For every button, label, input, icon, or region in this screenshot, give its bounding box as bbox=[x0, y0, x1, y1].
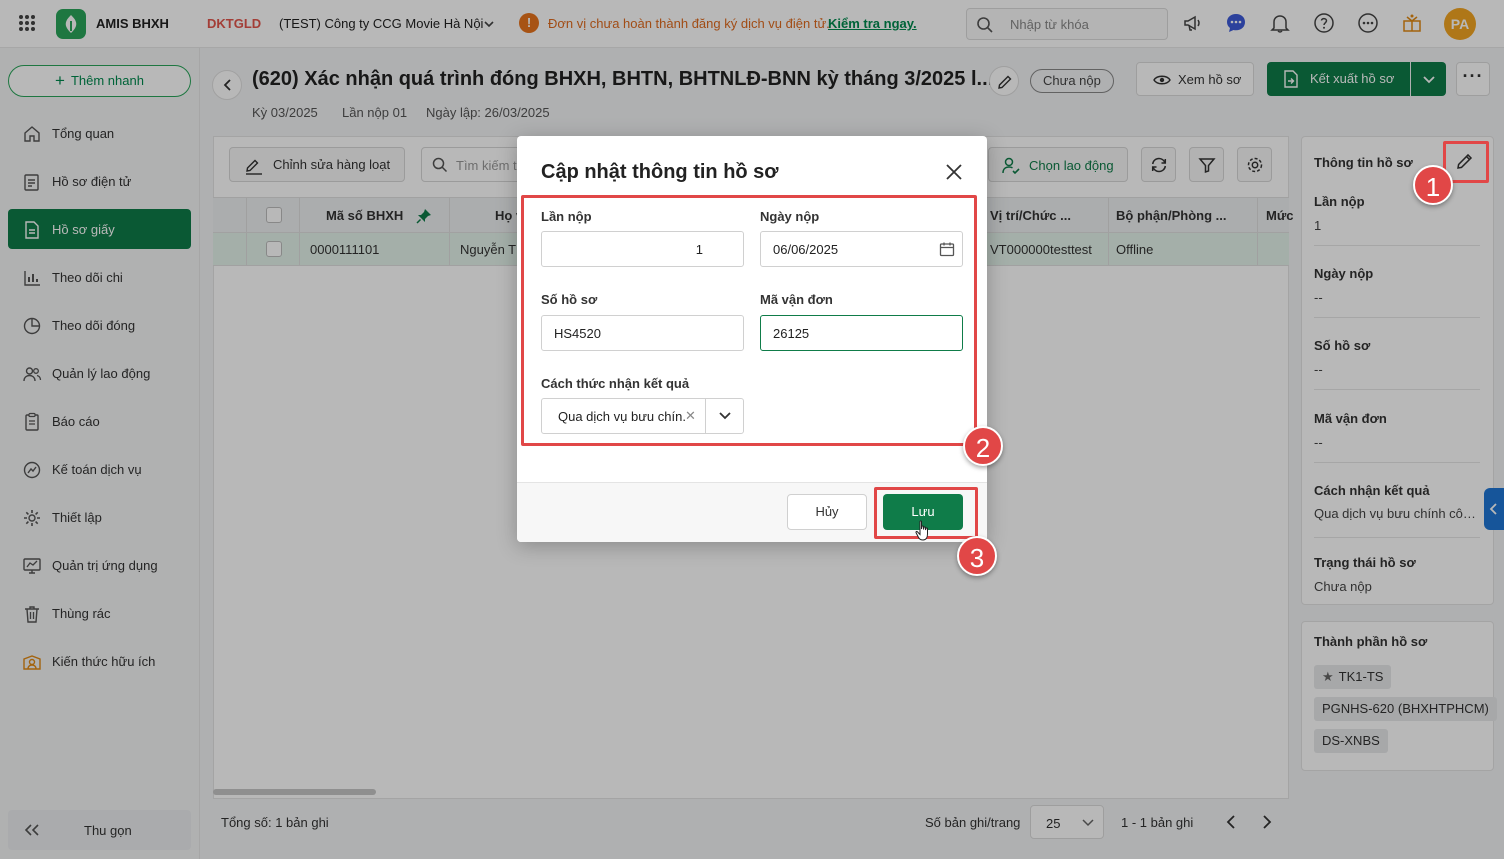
step-badge-3: 3 bbox=[957, 536, 997, 576]
step-badge-2: 2 bbox=[963, 426, 1003, 466]
step-badge-1: 1 bbox=[1413, 165, 1453, 205]
highlight-form-fields bbox=[521, 195, 977, 446]
dialog-title: Cập nhật thông tin hồ sơ bbox=[541, 161, 779, 183]
cancel-button[interactable]: Hủy bbox=[787, 494, 867, 530]
close-icon[interactable] bbox=[944, 162, 964, 182]
mouse-pointer-icon bbox=[915, 520, 931, 542]
